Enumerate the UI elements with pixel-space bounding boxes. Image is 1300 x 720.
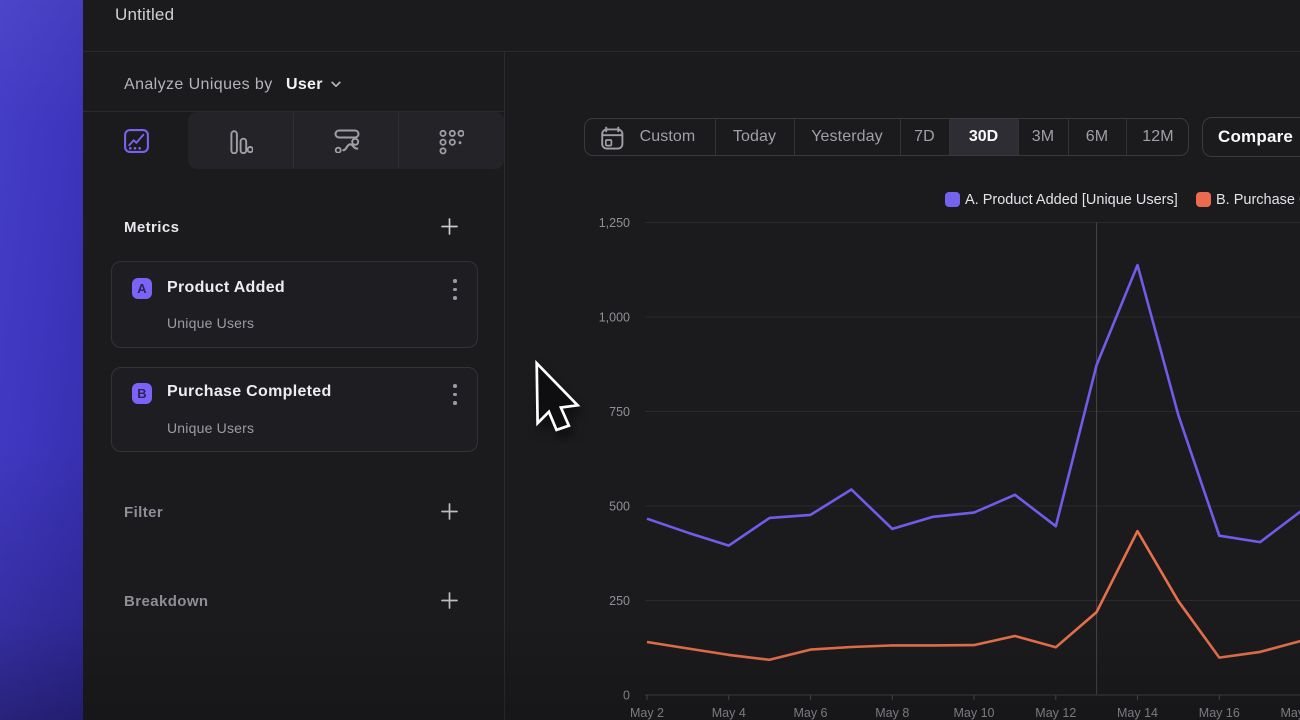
svg-text:May 8: May 8: [875, 706, 909, 720]
svg-text:May 6: May 6: [793, 706, 827, 720]
svg-text:May 4: May 4: [712, 706, 746, 720]
svg-text:May 12: May 12: [1035, 706, 1076, 720]
svg-text:750: 750: [609, 405, 630, 419]
svg-text:0: 0: [623, 689, 630, 703]
svg-text:May 14: May 14: [1117, 706, 1158, 720]
svg-text:May 16: May 16: [1199, 706, 1240, 720]
svg-text:250: 250: [609, 594, 630, 608]
svg-text:May 2: May 2: [630, 706, 664, 720]
svg-text:1,250: 1,250: [599, 216, 630, 230]
svg-text:May 10: May 10: [954, 706, 995, 720]
svg-text:May 18: May 18: [1281, 706, 1300, 720]
svg-text:1,000: 1,000: [599, 311, 630, 325]
svg-text:500: 500: [609, 500, 630, 514]
